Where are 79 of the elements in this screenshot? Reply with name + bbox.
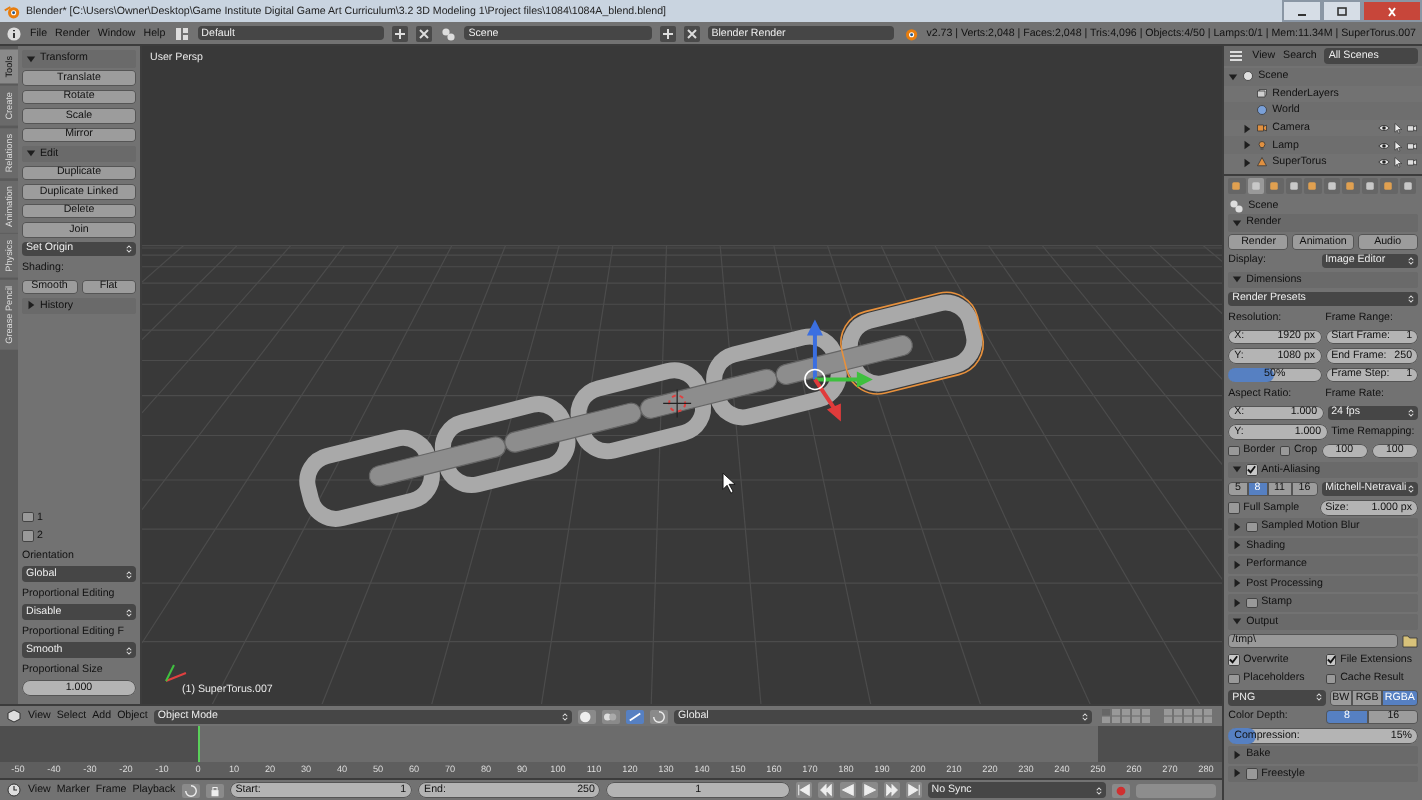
checkmark-icon [1325, 654, 1337, 665]
checkbox[interactable] [1246, 464, 1258, 475]
updown-arrows-icon [126, 607, 132, 618]
close-icon[interactable] [416, 25, 433, 41]
updown-arrows-icon [126, 243, 132, 254]
disclosure-triangle-icon[interactable] [1242, 140, 1253, 151]
scene-icon[interactable] [440, 25, 457, 41]
updown-arrows-icon [1408, 293, 1414, 304]
close-icon[interactable] [683, 25, 700, 41]
refresh-icon[interactable] [181, 783, 200, 798]
globe-icon [1256, 104, 1269, 117]
checkmark-icon [1228, 654, 1240, 665]
list-icon[interactable] [1228, 48, 1245, 64]
next-keyframe-icon[interactable] [883, 782, 900, 799]
properties-tab[interactable] [1247, 178, 1265, 194]
checkmark-icon [1246, 464, 1258, 475]
camera-icon[interactable] [1406, 122, 1418, 135]
properties-tab[interactable] [1266, 178, 1284, 194]
scene-icon [1242, 70, 1255, 83]
skip-to-start-icon[interactable] [795, 782, 812, 799]
camera-icon [1256, 122, 1269, 135]
play-reverse-icon[interactable] [839, 782, 856, 799]
properties-tab[interactable] [1304, 178, 1322, 194]
updown-arrows-icon [1408, 483, 1415, 494]
screen-layout-icon[interactable] [173, 25, 190, 41]
maximize-icon[interactable] [1332, 5, 1352, 17]
transform-gizmo-drawing[interactable] [804, 319, 873, 422]
properties-tab[interactable] [1285, 178, 1303, 194]
properties-tab[interactable] [1342, 178, 1360, 194]
cube-icon[interactable] [6, 708, 22, 725]
updown-arrows-icon [1096, 785, 1103, 796]
updown-arrows-icon [1082, 711, 1089, 722]
blender-logo-icon [902, 25, 919, 41]
blender-logo-icon [4, 3, 20, 19]
clock-icon[interactable] [6, 782, 22, 799]
checkbox[interactable] [1246, 597, 1258, 608]
disclosure-triangle-icon[interactable] [1228, 71, 1239, 82]
3d-cursor-icon [662, 388, 692, 418]
axis-icon [164, 664, 187, 682]
image-stack-icon [1256, 87, 1269, 100]
updown-arrows-icon [126, 645, 132, 656]
manipulator-icon[interactable] [626, 709, 645, 724]
eye-icon[interactable] [1378, 139, 1390, 152]
triangle-mesh-icon [1256, 156, 1269, 169]
updown-arrows-icon [126, 569, 132, 580]
previous-keyframe-icon[interactable] [817, 782, 834, 799]
checkbox[interactable] [1246, 768, 1258, 779]
lightbulb-icon [1256, 139, 1269, 152]
properties-tab[interactable] [1361, 178, 1379, 194]
mouse-pointer-icon [722, 472, 736, 494]
properties-tab[interactable] [1399, 178, 1417, 194]
properties-tab[interactable] [1323, 178, 1341, 194]
skip-to-end-icon[interactable] [905, 782, 922, 799]
eye-icon[interactable] [1378, 156, 1390, 169]
properties-tab[interactable] [1228, 178, 1246, 194]
scene-icon [1228, 197, 1245, 213]
eye-icon[interactable] [1378, 122, 1390, 135]
info-icon[interactable] [6, 25, 22, 41]
disclosure-triangle-icon[interactable] [1242, 157, 1253, 168]
sphere-shading-icon[interactable] [578, 709, 597, 724]
lock-icon[interactable] [205, 783, 224, 798]
close-button[interactable] [1362, 0, 1422, 22]
camera-icon[interactable] [1406, 139, 1418, 152]
checkbox[interactable] [1246, 521, 1258, 532]
maximize-button[interactable] [1322, 0, 1362, 22]
updown-arrows-icon [1408, 255, 1415, 266]
camera-icon[interactable] [1406, 156, 1418, 169]
add-icon[interactable] [659, 25, 676, 41]
keying-set-field[interactable] [1136, 783, 1217, 798]
play-icon[interactable] [861, 782, 878, 799]
add-icon[interactable] [392, 25, 409, 41]
updown-arrows-icon [1315, 692, 1322, 703]
updown-arrows-icon [562, 711, 569, 722]
close-icon[interactable] [1382, 5, 1402, 17]
disclosure-triangle-icon[interactable] [1242, 123, 1253, 134]
pivot-icon[interactable] [602, 709, 621, 724]
rotate-icon[interactable] [650, 709, 669, 724]
properties-tab[interactable] [1380, 178, 1398, 194]
updown-arrows-icon [1408, 407, 1415, 418]
